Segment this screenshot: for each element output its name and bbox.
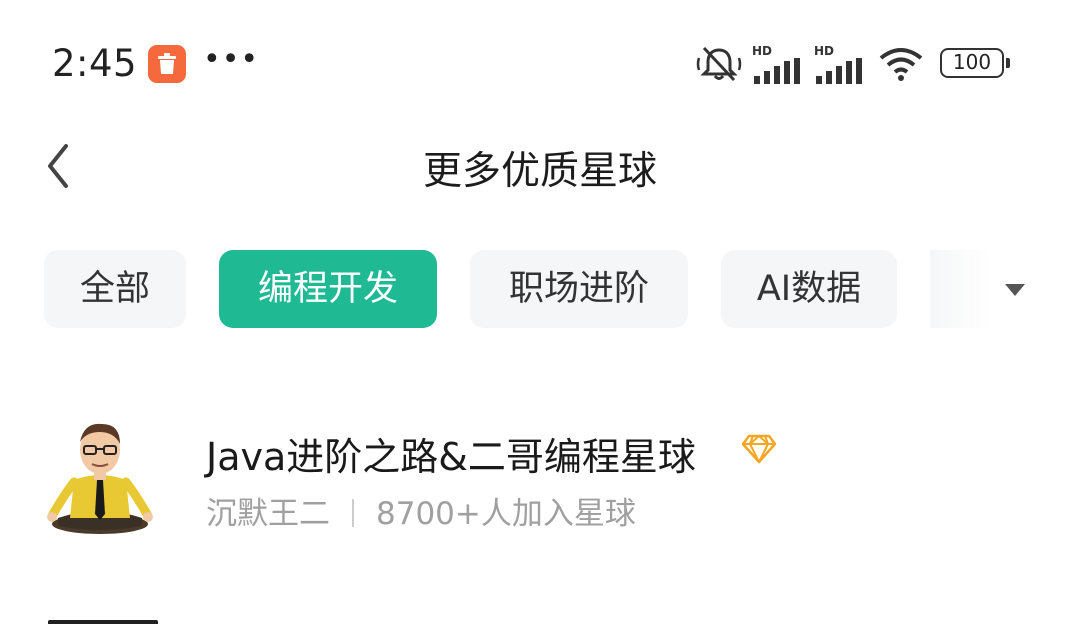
tabs-fade-overlay [930,250,990,328]
item-meta: 沉默王二 8700+人加入星球 [206,488,636,533]
tabs-dropdown-button[interactable] [995,274,1035,308]
header: 更多优质星球 [0,120,1080,210]
caret-down-icon [1005,284,1025,296]
list-item[interactable]: Java进阶之路&二哥编程星球 沉默王二 8700+人加入星球 [0,400,1080,550]
status-bar: 2:45 ••• HD HD 100 [0,0,1080,120]
signal-hd-label: HD [752,44,773,58]
item-title: Java进阶之路&二哥编程星球 [206,435,696,479]
tab-career[interactable]: 职场进阶 [470,250,688,328]
tab-programming[interactable]: 编程开发 [219,250,437,328]
battery-icon: 100 [940,48,1010,78]
tab-all[interactable]: 全部 [44,250,186,328]
more-notifications-icon: ••• [203,42,260,77]
signal-hd-label: HD [814,44,835,58]
avatar [47,423,153,534]
wifi-icon [879,48,923,81]
next-list-item-peek [48,620,158,624]
diamond-icon [742,434,776,464]
tab-ai-data[interactable]: AI数据 [721,250,897,328]
signal-icon: HD [752,44,804,84]
battery-level: 100 [952,50,992,74]
status-time: 2:45 [52,42,138,85]
signal-icon: HD [814,44,866,84]
mute-icon [696,46,742,82]
meta-divider [352,499,354,527]
item-members: 8700+人加入星球 [376,496,636,532]
page-title: 更多优质星球 [422,149,657,194]
status-icons: HD HD 100 [696,44,1016,84]
item-owner: 沉默王二 [206,496,330,532]
category-tabs: 全部 编程开发 职场进阶 AI数据 [0,250,1080,330]
notification-app-icon [148,45,186,83]
